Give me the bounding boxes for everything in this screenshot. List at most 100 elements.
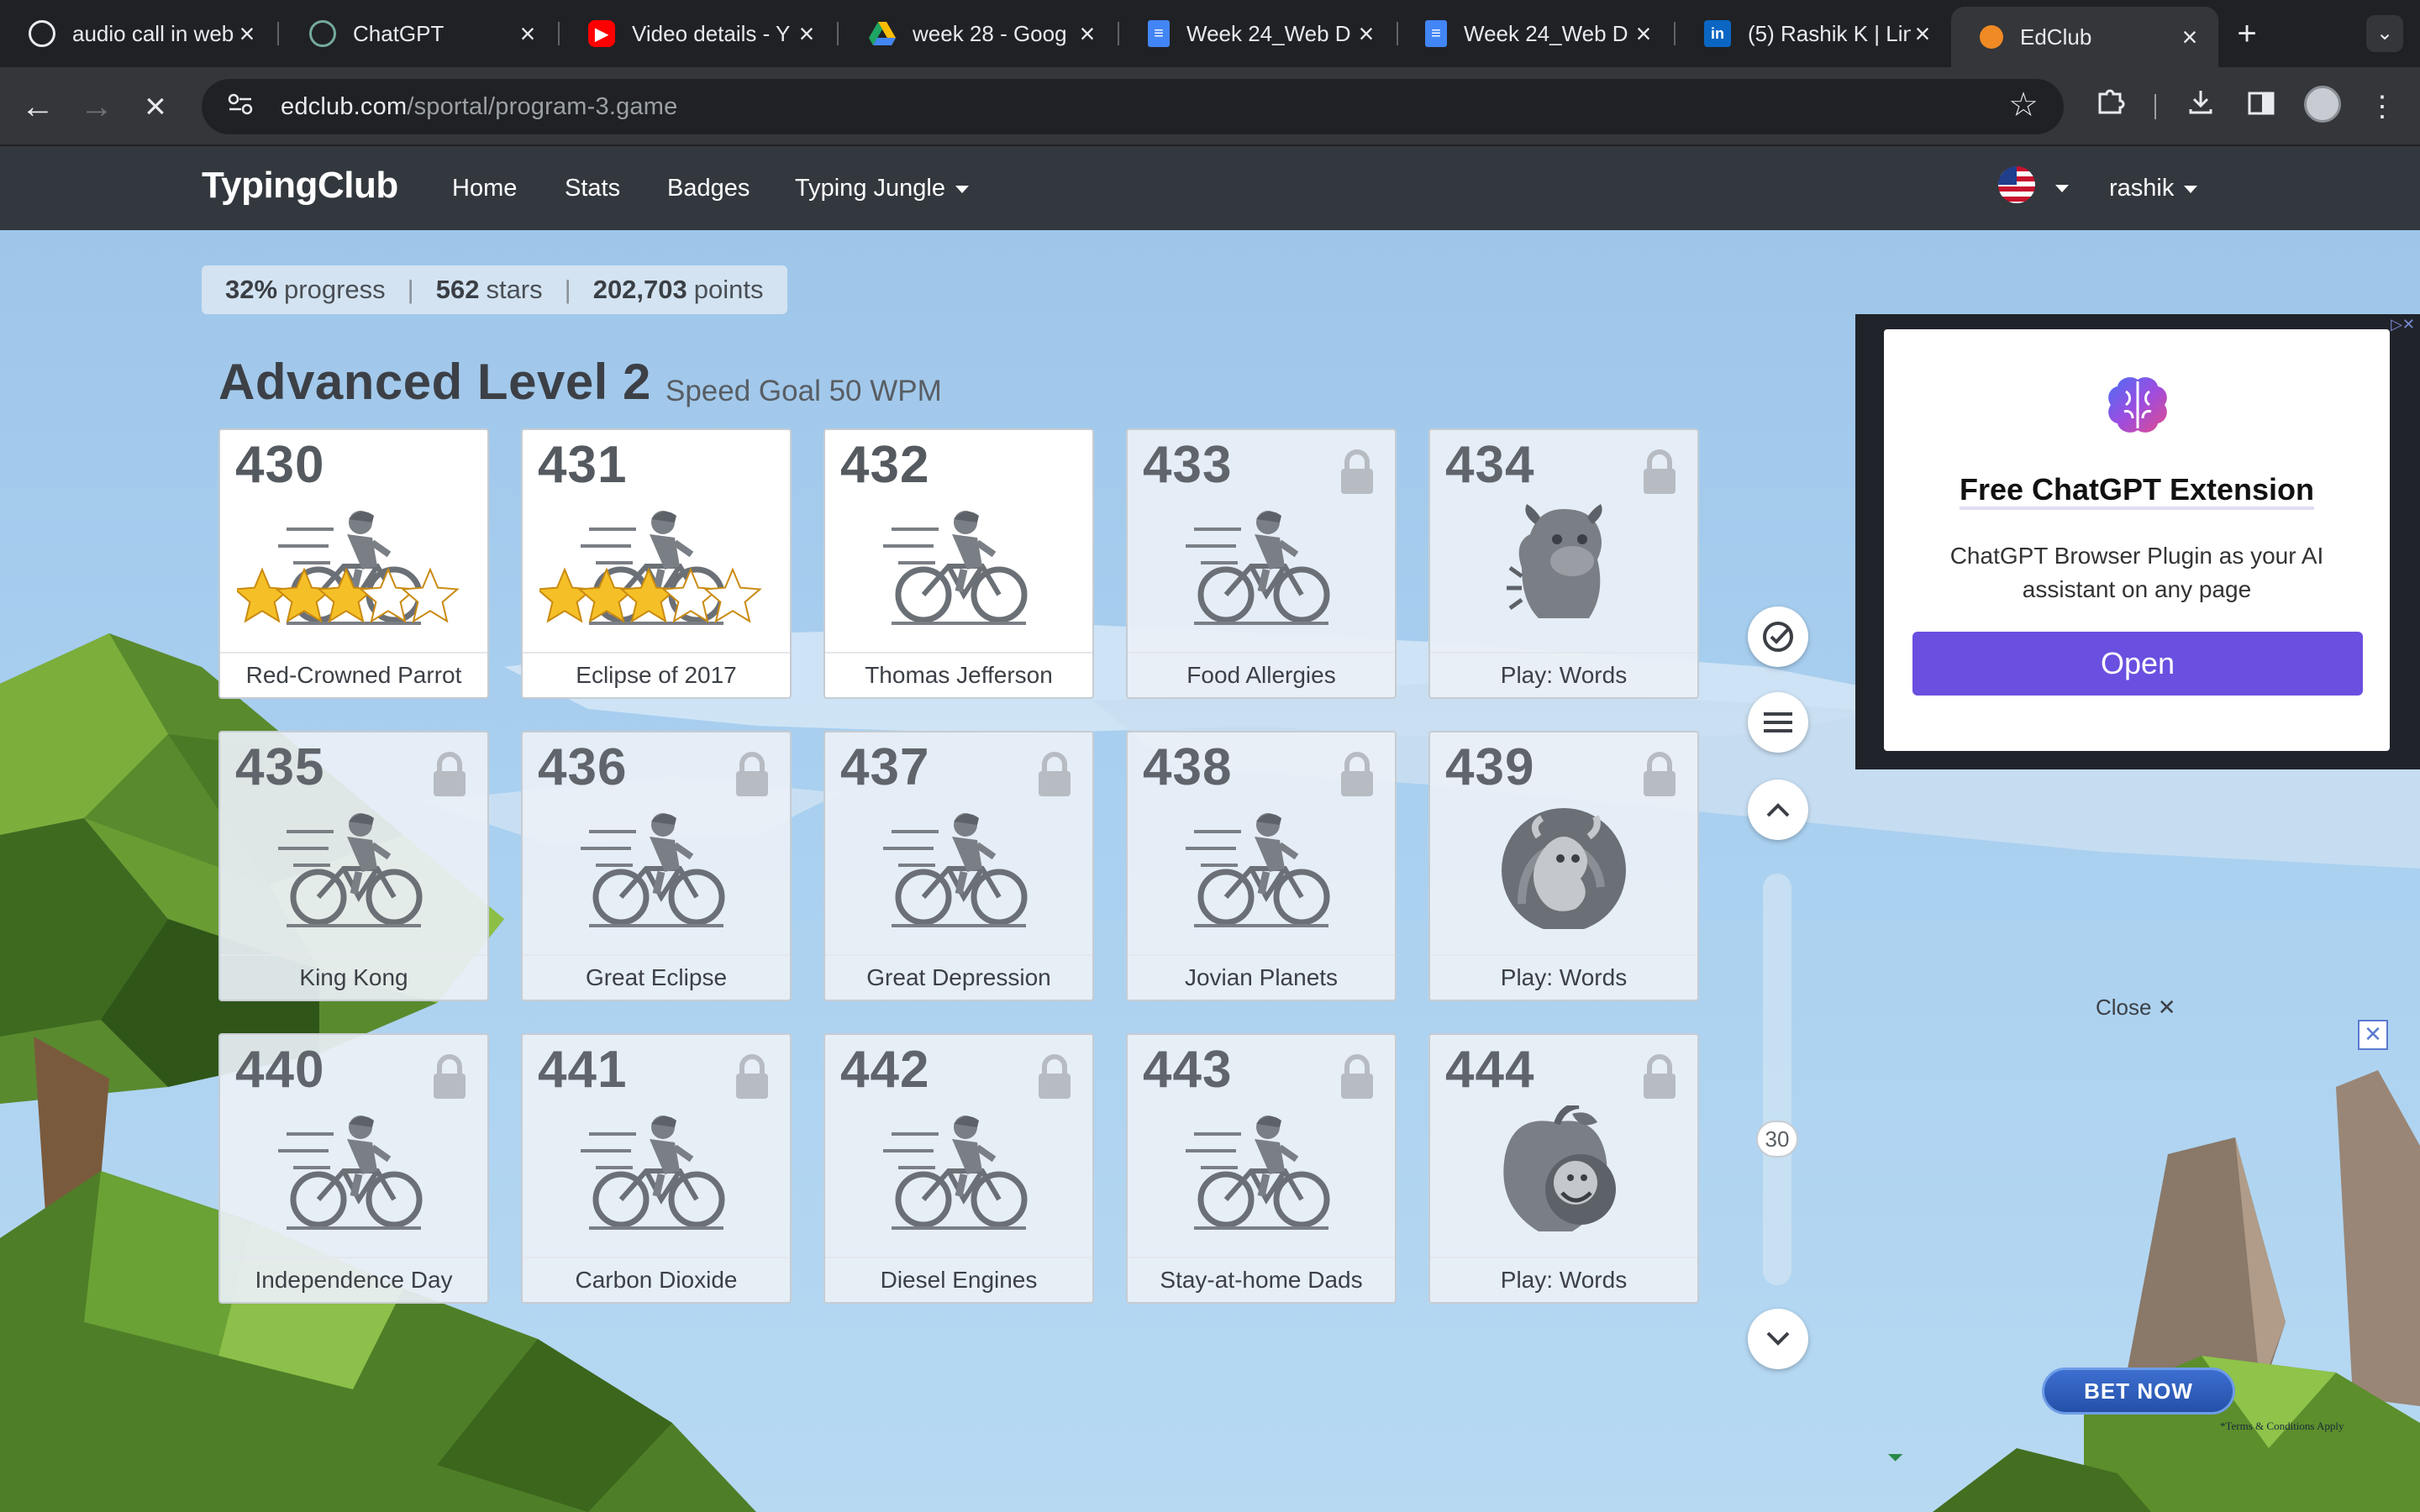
cyclist-icon: [278, 813, 423, 927]
new-tab-button[interactable]: +: [2228, 15, 2265, 52]
star-icon: [275, 567, 334, 623]
close-icon[interactable]: ×: [795, 18, 818, 50]
browser-tab[interactable]: ChatGPT ×: [281, 7, 556, 60]
lesson-title: Carbon Dioxide: [575, 1267, 738, 1293]
lesson-card-441[interactable]: 441 Carbon Dioxide: [521, 1033, 792, 1304]
us-flag-icon[interactable]: [1998, 166, 2035, 203]
download-icon[interactable]: [2180, 86, 2222, 128]
lesson-card-442[interactable]: 442 Diesel Engines: [823, 1033, 1094, 1304]
site-logo[interactable]: TypingClub: [202, 165, 398, 207]
menu-list-button[interactable]: [1748, 692, 1808, 753]
forward-button[interactable]: →: [76, 86, 118, 128]
close-icon[interactable]: ×: [1911, 18, 1934, 50]
ad-open-button[interactable]: Open: [1912, 632, 2363, 696]
browser-tab-active[interactable]: EdClub ×: [1951, 7, 2218, 67]
lesson-card-432[interactable]: 432 Thomas Jefferson: [823, 428, 1094, 699]
browser-tab[interactable]: ▶ Video details - Y ×: [560, 7, 835, 60]
lesson-card-438[interactable]: 438 Jovian Planets: [1126, 731, 1397, 1001]
close-icon[interactable]: ×: [1355, 18, 1378, 50]
lesson-card-433[interactable]: 433 Food Allergies: [1126, 428, 1397, 699]
close-icon[interactable]: ✕: [2358, 1020, 2388, 1050]
chevron-down-icon[interactable]: [2055, 185, 2069, 192]
close-icon[interactable]: ×: [235, 18, 259, 50]
chevron-down-icon: [2184, 185, 2198, 193]
level-speed-goal: Speed Goal 50 WPM: [666, 375, 942, 407]
scroll-down-button[interactable]: [1748, 1309, 1808, 1369]
lesson-number: 431: [538, 436, 628, 494]
lesson-card-439[interactable]: 439 Play: Words: [1428, 731, 1699, 1001]
nav-badges[interactable]: Badges: [667, 175, 750, 202]
star-icon: [619, 567, 678, 623]
lesson-card-440[interactable]: 440 Independence Day: [218, 1033, 489, 1304]
edclub-icon: [1980, 25, 2003, 49]
lesson-card-434[interactable]: 434 Play: Words: [1428, 428, 1699, 699]
close-icon[interactable]: ×: [1076, 18, 1099, 50]
apple-creature-icon: [1503, 1105, 1616, 1231]
side-panel-icon[interactable]: [2240, 86, 2282, 128]
star-icon: [661, 567, 720, 623]
close-ad-link[interactable]: Close ✕: [2096, 995, 2175, 1021]
lesson-card-437[interactable]: 437 Great Depression: [823, 731, 1094, 1001]
site-info-icon[interactable]: [215, 93, 266, 121]
nav-home[interactable]: Home: [452, 175, 517, 202]
ad-title-text: Free ChatGPT Extension: [1959, 472, 2315, 510]
stars-value: 562: [435, 275, 480, 304]
lesson-card-443[interactable]: 443 Stay-at-home Dads: [1126, 1033, 1397, 1304]
lesson-title: Play: Words: [1500, 964, 1628, 990]
browser-tab[interactable]: ≡ Week 24_Web D ×: [1397, 7, 1672, 60]
cyclist-icon: [883, 1116, 1028, 1230]
bet-now-button[interactable]: BET NOW: [2042, 1368, 2235, 1415]
progress-value: 32%: [225, 275, 278, 304]
lesson-number: 439: [1445, 738, 1535, 796]
lesson-card-431[interactable]: 431 Eclipse of 2017: [521, 428, 792, 699]
browser-tab[interactable]: ≡ Week 24_Web D ×: [1119, 7, 1395, 60]
address-bar[interactable]: edclub.com/sportal/program-3.game ☆: [202, 79, 2064, 134]
scroll-up-button[interactable]: [1748, 780, 1808, 840]
close-icon[interactable]: ×: [2178, 22, 2202, 53]
close-icon[interactable]: ×: [1632, 18, 1655, 50]
more-options-icon[interactable]: ⋮: [2361, 86, 2403, 128]
lesson-card-435[interactable]: 435 King Kong: [218, 731, 489, 1001]
completed-check-button[interactable]: [1748, 606, 1808, 667]
lesson-number: 430: [235, 436, 325, 494]
profile-avatar[interactable]: [2304, 86, 2341, 123]
filter-icon: ⏷: [1887, 1446, 1904, 1469]
cyclist-icon: [1186, 813, 1330, 927]
browser-tab[interactable]: in (5) Rashik K | Lin ×: [1676, 7, 1951, 60]
cyclist-icon: [883, 813, 1028, 927]
nav-stats[interactable]: Stats: [565, 175, 620, 202]
lesson-card-444[interactable]: 444 Play: Words: [1428, 1033, 1699, 1304]
url-text[interactable]: edclub.com/sportal/program-3.game: [281, 93, 677, 121]
browser-tab[interactable]: audio call in web ×: [0, 7, 276, 60]
nav-typing-jungle[interactable]: Typing Jungle: [795, 175, 969, 202]
browser-tab[interactable]: week 28 - Goog ×: [840, 7, 1116, 60]
toolbar-divider: [2154, 94, 2156, 119]
star-rating: [539, 567, 762, 623]
back-button[interactable]: ←: [17, 86, 59, 128]
url-path: /sportal/program-3.game: [407, 92, 678, 120]
lock-icon: [1341, 449, 1373, 494]
level-slider-handle[interactable]: 30: [1756, 1121, 1798, 1158]
tab-title: ChatGPT: [353, 20, 445, 46]
ad-card[interactable]: Free ChatGPT Extension ChatGPT Browser P…: [1884, 329, 2390, 751]
lock-icon: [1644, 449, 1676, 494]
lesson-number: 444: [1445, 1041, 1535, 1099]
tab-search-icon[interactable]: ⌄: [2366, 15, 2403, 52]
lock-icon: [434, 752, 466, 796]
points-label: points: [693, 275, 764, 304]
extensions-icon[interactable]: [2089, 86, 2131, 128]
lesson-card-430[interactable]: 430 Red-Crowned Parrot: [218, 428, 489, 699]
stop-loading-button[interactable]: ×: [134, 86, 176, 128]
ad-choices-icon[interactable]: ▷✕: [2391, 316, 2415, 333]
lesson-title: Diesel Engines: [880, 1267, 1038, 1293]
lock-icon: [736, 752, 768, 796]
lesson-title: Eclipse of 2017: [576, 662, 737, 688]
bookmark-star-icon[interactable]: ☆: [2008, 86, 2039, 124]
level-slider-track[interactable]: [1763, 874, 1791, 1285]
google-docs-icon: ≡: [1148, 20, 1170, 47]
lesson-title: Great Depression: [866, 964, 1051, 990]
lesson-number: 435: [235, 738, 325, 796]
user-menu[interactable]: rashik: [2109, 175, 2198, 202]
lesson-card-436[interactable]: 436 Great Eclipse: [521, 731, 792, 1001]
close-icon[interactable]: ×: [516, 18, 539, 50]
